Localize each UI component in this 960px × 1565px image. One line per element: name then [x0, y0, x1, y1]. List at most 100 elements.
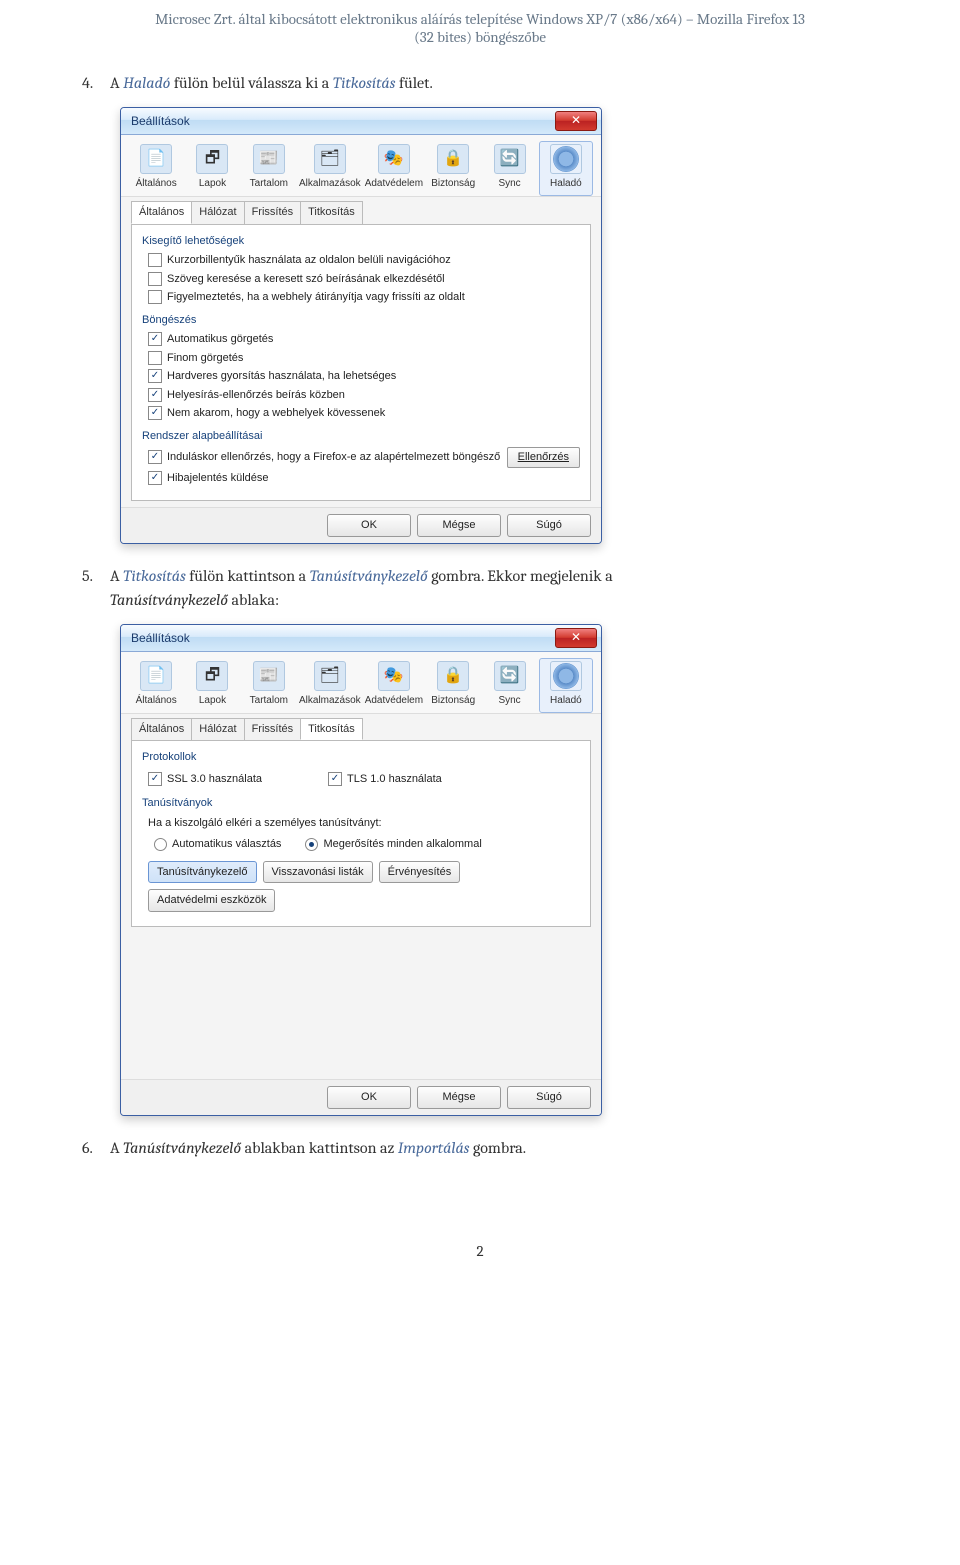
titlebar[interactable]: Beállítások ✕: [121, 625, 601, 652]
subtab-altalanos[interactable]: Általános: [131, 201, 192, 224]
chk-spellcheck[interactable]: Helyesírás-ellenőrzés beírás közben: [148, 387, 580, 404]
tabs-icon: 🗗: [196, 144, 228, 174]
ok-button[interactable]: OK: [327, 1086, 411, 1109]
subtab-halozat[interactable]: Hálózat: [191, 718, 244, 741]
tab-altalanos[interactable]: 📄Általános: [129, 658, 183, 713]
help-button[interactable]: Súgó: [507, 514, 591, 537]
radio-icon: [154, 838, 167, 851]
titlebar[interactable]: Beállítások ✕: [121, 108, 601, 135]
group-bongeszes-title: Böngészés: [142, 312, 580, 329]
cert-buttons: Tanúsítványkezelő Visszavonási listák Ér…: [148, 861, 580, 912]
subtab-titkositas[interactable]: Titkosítás: [300, 718, 363, 741]
close-button[interactable]: ✕: [555, 111, 597, 131]
dialog-buttons: OK Mégse Súgó: [121, 507, 601, 543]
chk-autoscroll[interactable]: Automatikus görgetés: [148, 331, 580, 348]
tab-halado[interactable]: Haladó: [539, 141, 593, 196]
subtab-frissites[interactable]: Frissítés: [244, 718, 302, 741]
checkbox-icon: [148, 332, 162, 346]
tab-biztonsag[interactable]: 🔒Biztonság: [426, 658, 480, 713]
step-4-num: 4.: [82, 71, 93, 95]
subtab-halozat[interactable]: Hálózat: [191, 201, 244, 224]
general-icon: 📄: [140, 144, 172, 174]
dialog-spacer: [121, 933, 601, 1080]
tab-biztonsag[interactable]: 🔒Biztonság: [426, 141, 480, 196]
tab-tartalom[interactable]: 📰Tartalom: [242, 141, 296, 196]
chk-crashreport[interactable]: Hibajelentés küldése: [148, 470, 580, 487]
step-4: 4. A Haladó fülön belül válassza ki a Ti…: [110, 71, 880, 95]
subtab-frissites[interactable]: Frissítés: [244, 201, 302, 224]
settings-dialog-2: Beállítások ✕ 📄Általános 🗗Lapok 📰Tartalo…: [120, 624, 602, 1116]
apps-icon: 🗂: [314, 144, 346, 174]
page-header: Microsec Zrt. által kibocsátott elektron…: [0, 0, 960, 51]
subtab-titkositas[interactable]: Titkosítás: [300, 201, 363, 224]
cert-prompt: Ha a kiszolgáló elkéri a személyes tanús…: [148, 815, 580, 832]
group-tanusitvanyok: Tanúsítványok Ha a kiszolgáló elkéri a s…: [142, 795, 580, 912]
group-rendszer-title: Rendszer alapbeállításai: [142, 428, 580, 445]
window-title: Beállítások: [131, 112, 555, 130]
security-devices-button[interactable]: Adatvédelmi eszközök: [148, 889, 275, 912]
tab-sync[interactable]: 🔄Sync: [482, 141, 536, 196]
tab-halado[interactable]: Haladó: [539, 658, 593, 713]
tab-sync[interactable]: 🔄Sync: [482, 658, 536, 713]
apps-icon: 🗂: [314, 661, 346, 691]
subtab-altalanos[interactable]: Általános: [131, 718, 192, 741]
chk-smoothscroll[interactable]: Finom görgetés: [148, 350, 580, 367]
tanusitvanykezelo-ref2: Tanúsítványkezelő: [110, 591, 228, 609]
chk-hwaccel[interactable]: Hardveres gyorsítás használata, ha lehet…: [148, 368, 580, 385]
checkbox-icon: [148, 351, 162, 365]
settings-dialog-1: Beállítások ✕ 📄Általános 🗗Lapok 📰Tartalo…: [120, 107, 602, 544]
tanusitvanykezelo-ref: Tanúsítványkezelő: [310, 567, 428, 585]
cancel-button[interactable]: Mégse: [417, 514, 501, 537]
chk-tls10[interactable]: TLS 1.0 használata: [328, 771, 442, 788]
tab-lapok[interactable]: 🗗Lapok: [185, 141, 239, 196]
radio-auto[interactable]: Automatikus választás: [154, 836, 281, 853]
revocation-lists-button[interactable]: Visszavonási listák: [263, 861, 373, 884]
chk-donottrack[interactable]: Nem akarom, hogy a webhelyek kövessenek: [148, 405, 580, 422]
radio-icon: [305, 838, 318, 851]
tanusitvanykezelo-ref: Tanúsítványkezelő: [123, 1139, 241, 1157]
security-icon: 🔒: [437, 661, 469, 691]
group-protokollok-title: Protokollok: [142, 749, 580, 766]
content: 4. A Haladó fülön belül válassza ki a Ti…: [0, 51, 960, 1212]
cert-manager-button[interactable]: Tanúsítványkezelő: [148, 861, 257, 884]
radio-confirm[interactable]: Megerősítés minden alkalommal: [305, 836, 481, 853]
step-5: 5. A Titkosítás fülön kattintson a Tanús…: [110, 564, 880, 612]
halado-ref: Haladó: [123, 74, 170, 92]
help-button[interactable]: Súgó: [507, 1086, 591, 1109]
chk-figyelmeztetes[interactable]: Figyelmeztetés, ha a webhely átirányítja…: [148, 289, 580, 306]
tab-adatvedelem[interactable]: 🎭Adatvédelem: [364, 658, 424, 713]
ok-button[interactable]: OK: [327, 514, 411, 537]
subtabs: Általános Hálózat Frissítés Titkosítás: [121, 714, 601, 741]
subtabs: Általános Hálózat Frissítés Titkosítás: [121, 197, 601, 224]
check-now-button[interactable]: Ellenőrzés: [507, 447, 580, 468]
tab-tartalom[interactable]: 📰Tartalom: [242, 658, 296, 713]
checkbox-icon: [148, 290, 162, 304]
page-number: 2: [0, 1212, 960, 1270]
panel-encryption: Protokollok SSL 3.0 használata TLS 1.0 h…: [131, 740, 591, 927]
checkbox-icon: [148, 450, 162, 464]
content-icon: 📰: [253, 661, 285, 691]
group-bongeszes: Böngészés Automatikus görgetés Finom gör…: [142, 312, 580, 422]
chk-defaultcheck[interactable]: Induláskor ellenőrzés, hogy a Firefox-e …: [148, 447, 580, 468]
category-toolbar: 📄Általános 🗗Lapok 📰Tartalom 🗂Alkalmazáso…: [121, 652, 601, 714]
titkositas-ref: Titkosítás: [333, 74, 396, 92]
general-icon: 📄: [140, 661, 172, 691]
chk-szoveg[interactable]: Szöveg keresése a keresett szó beírásána…: [148, 271, 580, 288]
titkositas-ref: Titkosítás: [123, 567, 186, 585]
security-icon: 🔒: [437, 144, 469, 174]
tab-lapok[interactable]: 🗗Lapok: [185, 658, 239, 713]
tab-altalanos[interactable]: 📄Általános: [129, 141, 183, 196]
tab-adatvedelem[interactable]: 🎭Adatvédelem: [364, 141, 424, 196]
close-button[interactable]: ✕: [555, 628, 597, 648]
importalas-ref: Importálás: [398, 1139, 470, 1157]
sync-icon: 🔄: [494, 661, 526, 691]
group-tanusitvanyok-title: Tanúsítványok: [142, 795, 580, 812]
tab-alkalmazasok[interactable]: 🗂Alkalmazások: [298, 141, 362, 196]
panel-general: Kisegítő lehetőségek Kurzorbillentyűk ha…: [131, 224, 591, 502]
checkbox-icon: [148, 388, 162, 402]
validation-button[interactable]: Érvényesítés: [379, 861, 461, 884]
chk-ssl30[interactable]: SSL 3.0 használata: [148, 771, 262, 788]
tab-alkalmazasok[interactable]: 🗂Alkalmazások: [298, 658, 362, 713]
cancel-button[interactable]: Mégse: [417, 1086, 501, 1109]
chk-kurzor[interactable]: Kurzorbillentyűk használata az oldalon b…: [148, 252, 580, 269]
